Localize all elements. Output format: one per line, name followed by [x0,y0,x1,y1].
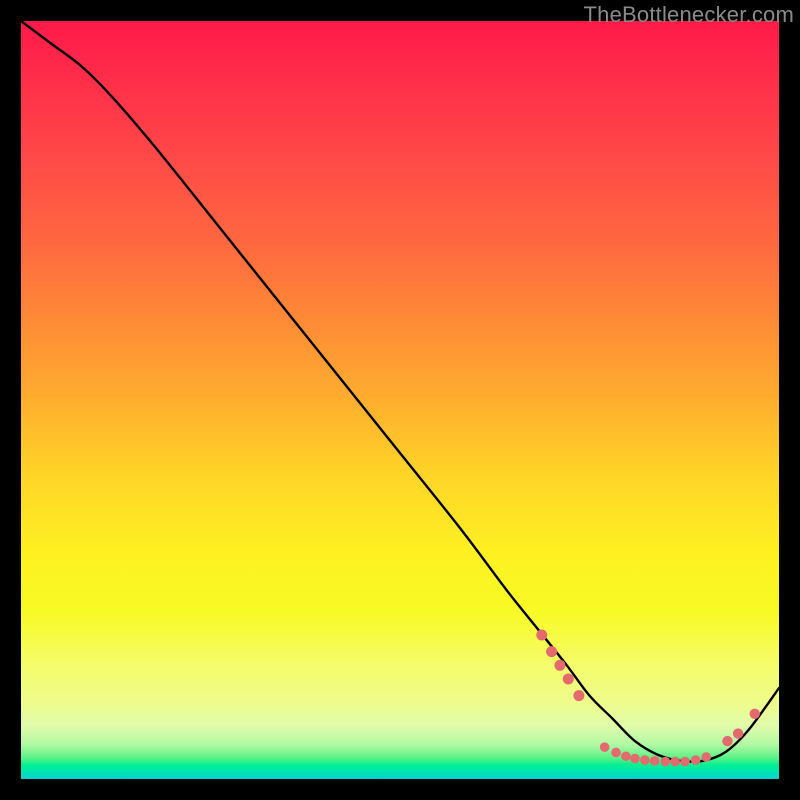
curve-marker [661,757,671,767]
curve-marker [750,709,760,719]
watermark-text: TheBottlenecker.com [584,2,794,28]
curve-marker [722,736,732,746]
chart-stage: TheBottlenecker.com [0,0,800,800]
curve-marker [621,751,631,761]
curve-marker [680,757,690,767]
curve-marker [670,757,680,767]
chart-overlay [21,21,779,779]
curve-markers [536,629,760,766]
curve-marker [600,742,610,752]
curve-marker [611,748,621,758]
curve-marker [650,756,660,766]
bottleneck-curve [21,21,779,762]
curve-marker [691,755,701,765]
curve-marker [536,629,547,640]
curve-marker [573,690,584,701]
curve-marker [546,646,557,657]
curve-marker [701,752,711,762]
curve-marker [733,728,743,738]
curve-marker [554,660,565,671]
curve-marker [563,673,574,684]
curve-marker [640,755,650,765]
curve-marker [630,754,640,764]
